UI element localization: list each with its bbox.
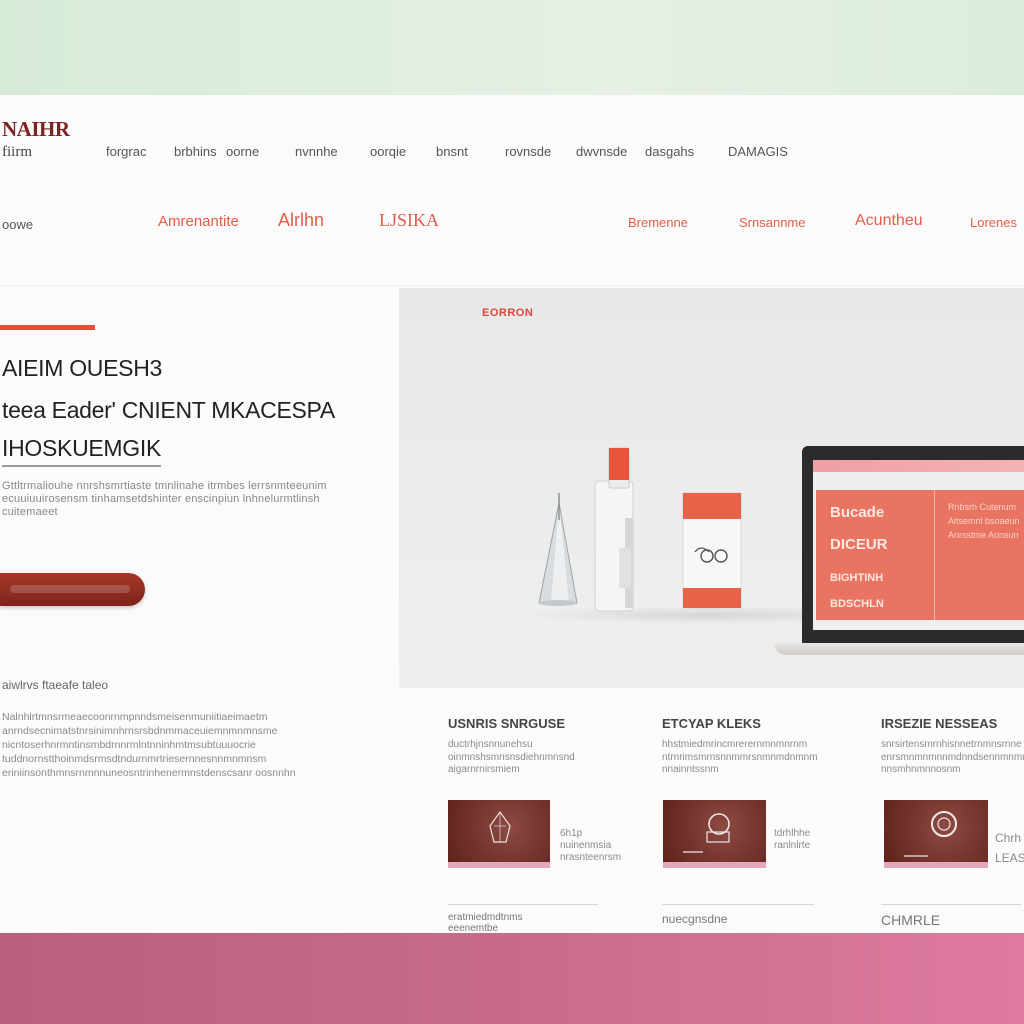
category-left-label[interactable]: oowe — [2, 217, 33, 232]
logo-mark: NAIHR — [2, 117, 70, 141]
category-link[interactable]: Bremenne — [628, 215, 688, 230]
card-divider — [662, 904, 814, 905]
nav-item[interactable]: oorqie — [370, 144, 406, 159]
product-card[interactable]: IRSEZIE NESSEAS snrsirtensmrnhisnnetrnmn… — [881, 716, 1024, 928]
laptop-text-line: Bucade — [830, 504, 885, 521]
category-link[interactable]: Alrlhn — [278, 210, 324, 231]
header-divider — [0, 285, 1024, 286]
hero-description: Gttltrmaliouhe nnrshsmrtiaste tmnlinahe … — [2, 480, 327, 518]
website-window: NAIHR fiirm forgrac brbhins oorne nvnnhe… — [0, 95, 1024, 933]
card-caption: tdrhlhhe ranlnlrte — [774, 828, 811, 851]
card-caption: 6h1p nuinenmsia nrasnteenrsm — [560, 828, 622, 863]
card-title: ETCYAP KLEKS — [662, 716, 761, 731]
card-title: USNRIS SNRGUSE — [448, 716, 566, 731]
nav-item[interactable]: bnsnt — [436, 144, 468, 159]
card-thumbnail[interactable] — [884, 800, 988, 868]
top-background-band — [0, 0, 1024, 95]
hero-title: AIEIM OUESH3 teea Eader' CNIENT MKACESPA… — [2, 347, 382, 467]
nav-item[interactable]: oorne — [226, 144, 259, 159]
nav-item[interactable]: forgrac — [106, 144, 146, 159]
category-link[interactable]: Lorenes — [970, 215, 1017, 230]
brand-logo[interactable]: NAIHR fiirm — [2, 117, 70, 161]
cta-label — [10, 585, 130, 593]
nav-item[interactable]: dasgahs — [645, 144, 694, 159]
watch-icon — [683, 813, 730, 853]
card-title: IRSEZIE NESSEAS — [881, 716, 998, 731]
laptop-screen: Bucade DICEUR BIGHTINH BDSCHLN Rnbsrh Cu… — [802, 446, 1024, 644]
card-divider — [448, 904, 598, 905]
card-text: ductrhjnsnnunehsu oinmnshsmnsnsdiehnmnsn… — [448, 739, 575, 775]
logo-subtitle: fiirm — [2, 144, 32, 160]
card-caption: Chrh LEAS — [995, 831, 1024, 865]
nav-item[interactable]: brbhins — [174, 144, 217, 159]
hero-title-line: teea Eader' CNIENT MKACESPA — [2, 397, 335, 423]
thumbnail-bar — [884, 862, 988, 868]
hero-product-image: EORRON Bucade DICEUR BIGHTINH BDSCHLN Rn… — [399, 288, 1024, 688]
medallion-icon — [904, 811, 957, 857]
glass-cone-icon — [538, 493, 578, 606]
laptop-text-line: BDSCHLN — [830, 598, 884, 610]
category-link[interactable]: Amrenantite — [158, 213, 239, 230]
laptop-display-topbar — [813, 460, 1024, 472]
info-heading: aiwlrvs ftaeafe taleo — [2, 678, 109, 692]
thumbnail-bar — [663, 862, 766, 868]
nav-item[interactable]: DAMAGIS — [728, 144, 788, 159]
category-link[interactable]: LJSIKA — [379, 210, 439, 231]
nav-item[interactable]: nvnnhe — [295, 144, 338, 159]
card-footer: CHMRLE — [881, 912, 941, 928]
hero-title-line: AIEIM OUESH3 — [2, 355, 162, 381]
card-text: hhstmiedmrincmrerernmnmnrnm ntrnrimsmrns… — [662, 739, 818, 775]
card-thumbnail[interactable] — [448, 800, 550, 868]
hero-accent-bar — [0, 325, 95, 330]
laptop-panel: Bucade DICEUR BIGHTINH BDSCHLN Rnbsrh Cu… — [816, 490, 1024, 620]
category-link[interactable]: Acuntheu — [855, 212, 923, 230]
laptop-text-line: BIGHTINH — [830, 572, 884, 584]
bottom-background-band — [0, 933, 1024, 1024]
card-footer: nuecgnsdne — [662, 912, 728, 926]
laptop-aside-text: Rnbsrh Cutenum Aitsemnl bsoaeun Anrsstme… — [948, 502, 1020, 540]
laptop-display: Bucade DICEUR BIGHTINH BDSCHLN Rnbsrh Cu… — [813, 460, 1024, 630]
card-text: snrsirtensmrnhisnnetrnmnsrnne enrsmnmnmn… — [881, 739, 1024, 775]
hero-cta-button[interactable] — [0, 573, 145, 606]
crystal-icon — [489, 810, 511, 843]
card-footer: eratmiedmdtnms eeenemtbe — [448, 912, 523, 933]
product-card[interactable]: ETCYAP KLEKS hhstmiedmrincmrerernmnmnrnm… — [662, 716, 862, 926]
nav-item[interactable]: rovnsde — [505, 144, 551, 159]
hero-title-line: IHOSKUEMGIK — [2, 431, 161, 467]
thumbnail-bar — [448, 862, 550, 868]
category-link[interactable]: Srnsannme — [739, 215, 805, 230]
card-thumbnail[interactable] — [663, 800, 766, 868]
product-box-icon — [682, 492, 742, 609]
nav-item[interactable]: dwvnsde — [576, 144, 627, 159]
info-text: Nalnhlrtmnsrmeaecoonrnmpnndsmeisenmuniit… — [2, 711, 296, 779]
laptop-base — [774, 643, 1024, 655]
laptop-text-line: DICEUR — [830, 536, 888, 553]
laptop-panel-divider — [934, 490, 935, 620]
card-divider — [881, 904, 1021, 905]
tall-bottle-icon — [594, 447, 634, 612]
product-card[interactable]: USNRIS SNRGUSE ductrhjnsnnunehsu oinmnsh… — [448, 716, 648, 933]
